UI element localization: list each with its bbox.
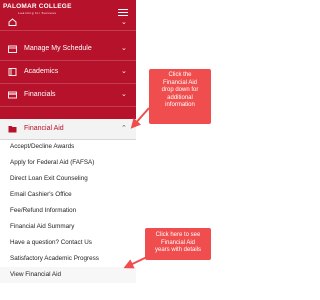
submenu-item-apply-fafsa[interactable]: Apply for Federal Aid (FAFSA) <box>0 155 136 171</box>
nav-label: Academics <box>24 68 59 75</box>
submenu-item-view-financial-aid[interactable]: View Financial Aid <box>0 267 136 283</box>
submenu-item-accept-decline-awards[interactable]: Accept/Decline Awards <box>0 139 136 155</box>
nav-item-manage-schedule[interactable]: Manage My Schedule ⌄ <box>0 38 136 61</box>
chevron-down-icon: ⌄ <box>121 19 127 26</box>
college-logo[interactable]: PALOMAR COLLEGE Learning for Success <box>3 3 72 17</box>
submenu-item-fee-refund[interactable]: Fee/Refund Information <box>0 203 136 219</box>
chevron-up-icon: ⌃ <box>121 125 127 132</box>
submenu-item-direct-loan-exit[interactable]: Direct Loan Exit Counseling <box>0 171 136 187</box>
book-icon <box>8 68 17 76</box>
logo-text: PALOMAR COLLEGE <box>3 3 72 10</box>
submenu-item-contact-us[interactable]: Have a question? Contact Us <box>0 235 136 251</box>
folder-icon <box>8 126 17 133</box>
card-icon <box>8 91 17 99</box>
sidebar: ⌄ Manage My Schedule ⌄ Academics ⌄ Finan… <box>0 18 136 119</box>
callout-years: Click here to see Financial Aid years wi… <box>145 228 211 260</box>
home-icon <box>8 18 17 26</box>
financial-aid-label: Financial Aid <box>24 125 64 132</box>
callout-dropdown: Click the Financial Aid drop down for ad… <box>149 69 211 124</box>
submenu-item-financial-aid-summary[interactable]: Financial Aid Summary <box>0 219 136 235</box>
calendar-icon <box>8 45 17 53</box>
menu-icon[interactable] <box>118 9 128 16</box>
nav-item-academics[interactable]: Academics ⌄ <box>0 61 136 84</box>
nav-label: Financials <box>24 91 56 98</box>
nav-item-partial[interactable]: ⌄ <box>0 16 136 31</box>
submenu-item-email-cashier[interactable]: Email Cashier's Office <box>0 187 136 203</box>
chevron-down-icon: ⌄ <box>121 91 127 98</box>
nav-label: Manage My Schedule <box>24 45 92 52</box>
chevron-down-icon: ⌄ <box>121 45 127 52</box>
financial-aid-dropdown[interactable]: Financial Aid ⌃ <box>0 119 136 140</box>
chevron-down-icon: ⌄ <box>121 68 127 75</box>
submenu-item-satisfactory-progress[interactable]: Satisfactory Academic Progress <box>0 251 136 267</box>
nav-item-financials[interactable]: Financials ⌄ <box>0 84 136 107</box>
